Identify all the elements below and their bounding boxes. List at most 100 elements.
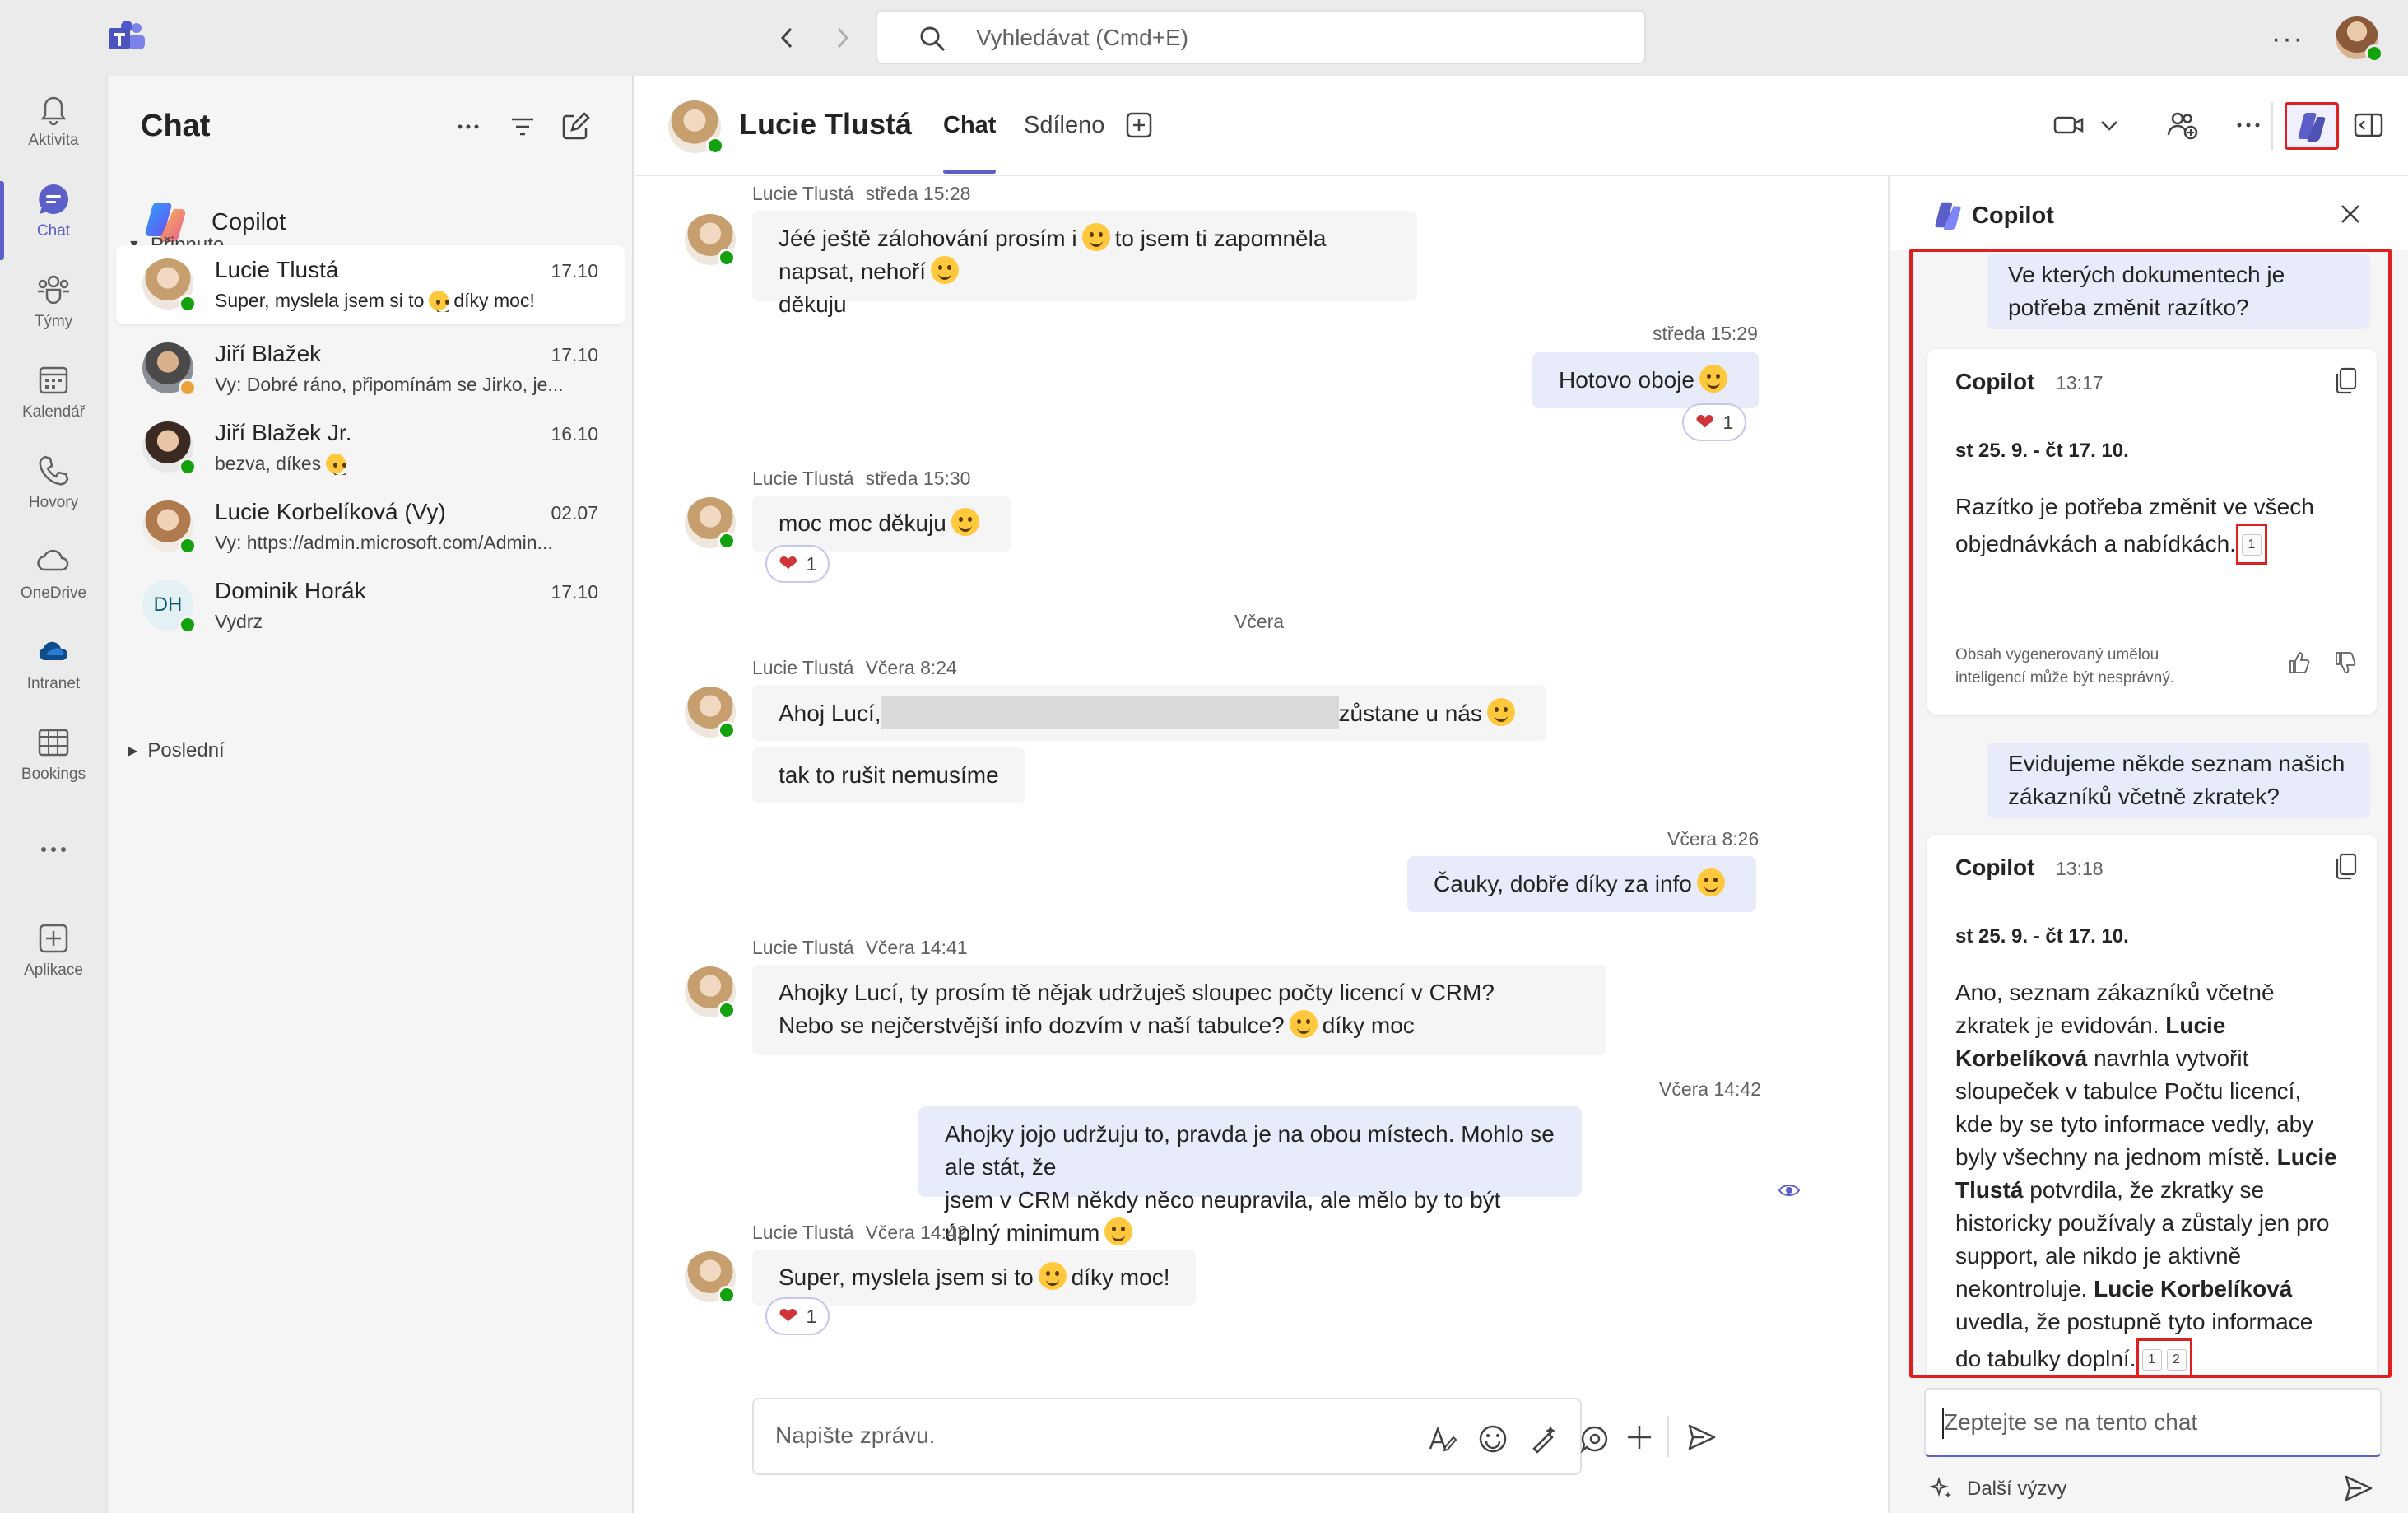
tab-chat[interactable]: Chat <box>943 112 996 139</box>
conversation-name: Jiří Blažek Jr. <box>215 420 352 445</box>
composer-divider <box>1667 1416 1669 1457</box>
thumbs-up-icon[interactable] <box>2288 650 2313 675</box>
heart-reaction[interactable]: ❤ 1 <box>1682 403 1747 441</box>
rail-item-teams[interactable]: Týmy <box>0 272 107 354</box>
rail-more-apps[interactable] <box>0 831 107 914</box>
citation-1[interactable]: 1 <box>2141 1349 2162 1371</box>
heart-reaction[interactable]: ❤ 1 <box>765 545 830 583</box>
copy-icon[interactable] <box>2334 853 2359 881</box>
calendar-icon <box>35 362 72 398</box>
search-input[interactable]: Vyhledávat (Cmd+E) <box>876 10 1646 64</box>
copilot-toggle-button[interactable] <box>2285 102 2339 150</box>
back-arrow-icon[interactable] <box>770 21 803 54</box>
conversation-jiri-blazek[interactable]: Jiří Blažek 17.10 Vy: Dobré ráno, připom… <box>116 329 625 408</box>
emoji-icon[interactable] <box>1476 1422 1509 1455</box>
rail-item-activity[interactable]: Aktivita <box>0 91 107 173</box>
conversation-preview: Vy: https://admin.microsoft.com/Admin... <box>215 532 553 553</box>
conversation-lucie-tlusta[interactable]: Lucie Tlustá 17.10 Super, myslela jsem s… <box>116 245 625 324</box>
filter-icon[interactable] <box>508 112 537 142</box>
message-bubble[interactable]: Čauky, dobře díky za info <box>1407 856 1756 912</box>
thumbs-down-icon[interactable] <box>2334 650 2359 675</box>
rail-item-calendar[interactable]: Kalendář <box>0 362 107 445</box>
answer-text: Ano, seznam zákazníků včetně zkratek je … <box>1955 976 2359 1375</box>
conversation-title: Lucie Tlustá <box>739 107 913 141</box>
copilot-question-input[interactable]: Zeptejte se na tento chat <box>1924 1388 2382 1457</box>
rail-label: Hovory <box>28 494 79 511</box>
message-meta: Lucie Tlustá Včera 8:24 <box>752 657 957 678</box>
close-icon[interactable] <box>2334 198 2367 230</box>
conversation-date: 17.10 <box>551 260 598 282</box>
heart-icon: ❤ <box>779 551 798 576</box>
heart-reaction[interactable]: ❤ 1 <box>765 1297 830 1335</box>
rail-item-bookings[interactable]: Bookings <box>0 724 107 807</box>
more-options-icon[interactable] <box>2232 109 2265 142</box>
add-people-icon[interactable] <box>2166 109 2199 142</box>
tab-active-indicator <box>943 170 996 174</box>
rail-label: Intranet <box>26 675 81 692</box>
more-icon <box>35 831 72 868</box>
copy-icon[interactable] <box>2334 367 2359 395</box>
video-call-icon[interactable] <box>2052 109 2085 142</box>
smile-emoji-icon <box>1289 1010 1318 1038</box>
copilot-question: Evidujeme někde seznam našich zákazníků … <box>1987 743 2370 818</box>
send-icon[interactable] <box>2342 1472 2375 1505</box>
conversation-jiri-blazek-jr[interactable]: Jiří Blažek Jr. 16.10 bezva, díkes <box>116 408 625 487</box>
ai-disclaimer: Obsah vygenerovaný umělou inteligencí mů… <box>1955 646 2175 687</box>
send-icon[interactable] <box>1685 1421 1718 1454</box>
forward-arrow-icon[interactable] <box>826 21 859 54</box>
message-bubble[interactable]: Ahojky Lucí, ty prosím tě nějak udržuješ… <box>752 965 1606 1055</box>
presence-available-icon <box>718 1001 736 1019</box>
message-composer[interactable]: Napište zprávu. <box>752 1398 1608 1475</box>
copilot-pane: Copilot Ve kterých dokumentech je potřeb… <box>1888 176 2408 1513</box>
recent-section-toggle[interactable]: ▶ Poslední <box>128 739 225 762</box>
smile-emoji-icon <box>1038 1262 1067 1290</box>
add-tab-icon[interactable] <box>1124 110 1157 143</box>
message-meta: Lucie Tlustá středa 15:28 <box>752 183 971 204</box>
conversation-lucie-korbelikova[interactable]: Lucie Korbelíková (Vy) 02.07 Vy: https:/… <box>116 487 625 566</box>
loop-component-icon[interactable] <box>1578 1422 1611 1455</box>
presence-available-icon <box>179 616 197 634</box>
copilot-compose-icon[interactable] <box>1527 1422 1560 1455</box>
tab-shared[interactable]: Sdíleno <box>1024 112 1104 139</box>
message-bubble[interactable]: Hotovo oboje <box>1532 352 1760 408</box>
message-meta: Lucie Tlustá středa 15:30 <box>752 468 971 489</box>
conversation-dominik-horak[interactable]: DH Dominik Horák 17.10 Vydrz <box>116 566 625 645</box>
rail-label: Aktivita <box>28 132 79 149</box>
message-bubble[interactable]: Super, myslela jsem si to díky moc! <box>752 1250 1197 1306</box>
citation-1[interactable]: 1 <box>2241 534 2262 556</box>
rail-label: OneDrive <box>20 584 87 602</box>
message-bubble[interactable]: Ahoj Lucí, zůstane u nás <box>752 685 1546 741</box>
rail-item-intranet[interactable]: Intranet <box>0 634 107 716</box>
message-bubble[interactable]: Jéé ještě zálohování prosím i to jsem ti … <box>752 211 1417 317</box>
rail-item-apps[interactable]: Aplikace <box>0 920 107 1003</box>
chevron-down-icon[interactable] <box>2097 109 2130 142</box>
new-chat-icon[interactable] <box>560 112 590 142</box>
rail-item-calls[interactable]: Hovory <box>0 453 107 535</box>
message-meta: Lucie Tlustá Včera 14:42 <box>752 1222 968 1243</box>
conversation-preview: Super, myslela jsem si to díky moc! <box>215 290 535 311</box>
presence-available-icon <box>718 532 736 550</box>
chat-list-pane: Chat Copilot ▼ Připnuto Lucie Tlustá <box>107 76 634 1513</box>
caret-right-icon: ▶ <box>128 744 138 758</box>
format-text-icon[interactable] <box>1425 1422 1458 1455</box>
attach-plus-icon[interactable] <box>1623 1421 1656 1454</box>
message-bubble[interactable]: moc moc děkuju <box>752 496 1011 552</box>
copilot-icon <box>2295 109 2328 142</box>
copilot-icon <box>1932 199 1964 230</box>
side-panel-icon[interactable] <box>2352 109 2385 142</box>
presence-available-icon <box>179 458 197 476</box>
rail-item-onedrive[interactable]: OneDrive <box>0 543 107 626</box>
rail-item-chat[interactable]: Chat <box>0 181 107 263</box>
citation-2[interactable]: 2 <box>2166 1349 2187 1371</box>
conversation-name: Lucie Tlustá <box>215 257 339 282</box>
message-bubble[interactable]: Ahojky jojo udržuju to, pravda je na obo… <box>918 1106 1582 1245</box>
presence-available-icon <box>706 137 724 155</box>
message-bubble[interactable]: tak to rušit nemusíme <box>752 747 1025 803</box>
more-options-icon[interactable] <box>453 112 483 142</box>
sharepoint-cloud-icon <box>35 634 72 670</box>
answer-time: 13:17 <box>2056 372 2104 393</box>
answer-author: Copilot <box>1955 369 2035 394</box>
more-prompts-button[interactable]: Další výzvy <box>1929 1477 2066 1501</box>
presence-available-icon <box>179 295 197 313</box>
more-options-icon[interactable]: ··· <box>2271 23 2304 55</box>
